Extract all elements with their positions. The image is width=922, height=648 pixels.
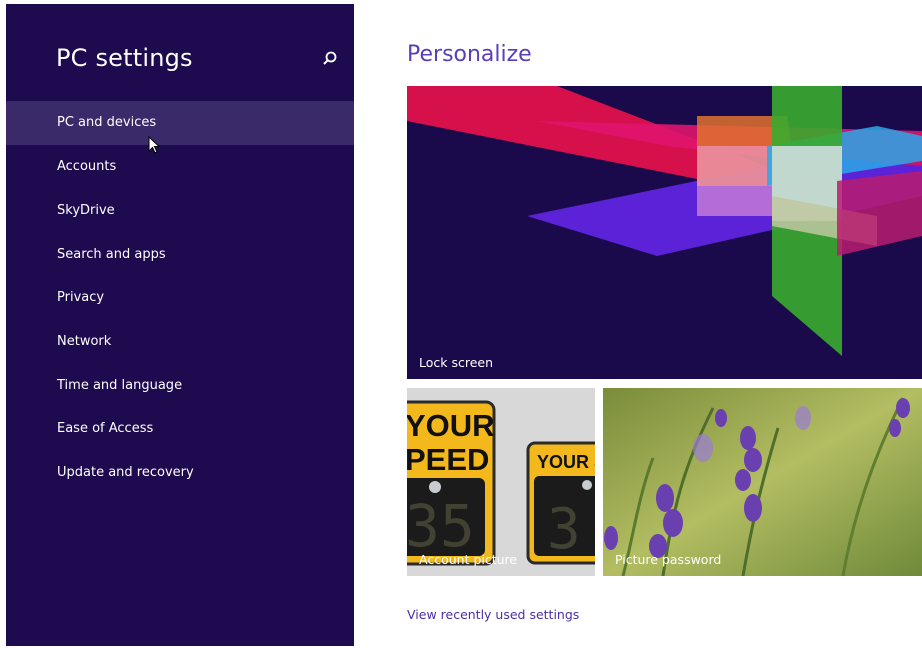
sidebar-item-skydrive[interactable]: SkyDrive [6, 189, 354, 233]
sidebar-item-label: Ease of Access [57, 421, 154, 436]
sidebar-item-update-and-recovery[interactable]: Update and recovery [6, 451, 354, 495]
sidebar-item-label: PC and devices [57, 115, 157, 130]
sign-digit-3: 3 [547, 497, 581, 562]
picture-password-label: Picture password [615, 552, 722, 567]
sign-digits-35: 35 [407, 492, 475, 560]
settings-sidebar: PC settings PC and devices Accounts SkyD… [6, 4, 354, 646]
picture-password-image [603, 388, 922, 576]
sidebar-item-label: SkyDrive [57, 203, 115, 218]
sidebar-item-pc-and-devices[interactable]: PC and devices [6, 101, 354, 145]
sidebar-item-label: Accounts [57, 159, 117, 174]
sidebar-item-privacy[interactable]: Privacy [6, 276, 354, 320]
sidebar-item-label: Search and apps [57, 247, 166, 262]
sign-text-speed: PEED [407, 442, 489, 477]
picture-password-tile[interactable]: Picture password [603, 388, 922, 576]
sidebar-item-search-and-apps[interactable]: Search and apps [6, 233, 354, 277]
lock-screen-tile[interactable]: Lock screen [407, 86, 922, 379]
sidebar-item-label: Update and recovery [57, 465, 194, 480]
account-picture-label: Account picture [419, 552, 518, 567]
sidebar-item-ease-of-access[interactable]: Ease of Access [6, 407, 354, 451]
sidebar-item-label: Time and language [57, 378, 183, 393]
sidebar-item-label: Privacy [57, 290, 105, 305]
sign-text-your: YOUR [407, 408, 495, 443]
page-title: Personalize [407, 42, 532, 67]
sidebar-item-network[interactable]: Network [6, 320, 354, 364]
view-recently-used-settings-link[interactable]: View recently used settings [407, 607, 579, 622]
sign-text-your-s: YOUR S [537, 452, 595, 472]
lock-screen-label: Lock screen [419, 355, 494, 370]
sidebar-title: PC settings [56, 44, 193, 72]
sidebar-item-accounts[interactable]: Accounts [6, 145, 354, 189]
account-picture-tile[interactable]: YOUR PEED 35 YOUR S 3 Account picture [407, 388, 595, 576]
sidebar-item-time-and-language[interactable]: Time and language [6, 364, 354, 408]
mouse-cursor-icon [148, 136, 161, 154]
lock-screen-image [407, 86, 922, 379]
account-picture-image: YOUR PEED 35 YOUR S 3 [407, 388, 595, 576]
search-icon[interactable] [320, 49, 340, 69]
sidebar-item-label: Network [57, 334, 112, 349]
